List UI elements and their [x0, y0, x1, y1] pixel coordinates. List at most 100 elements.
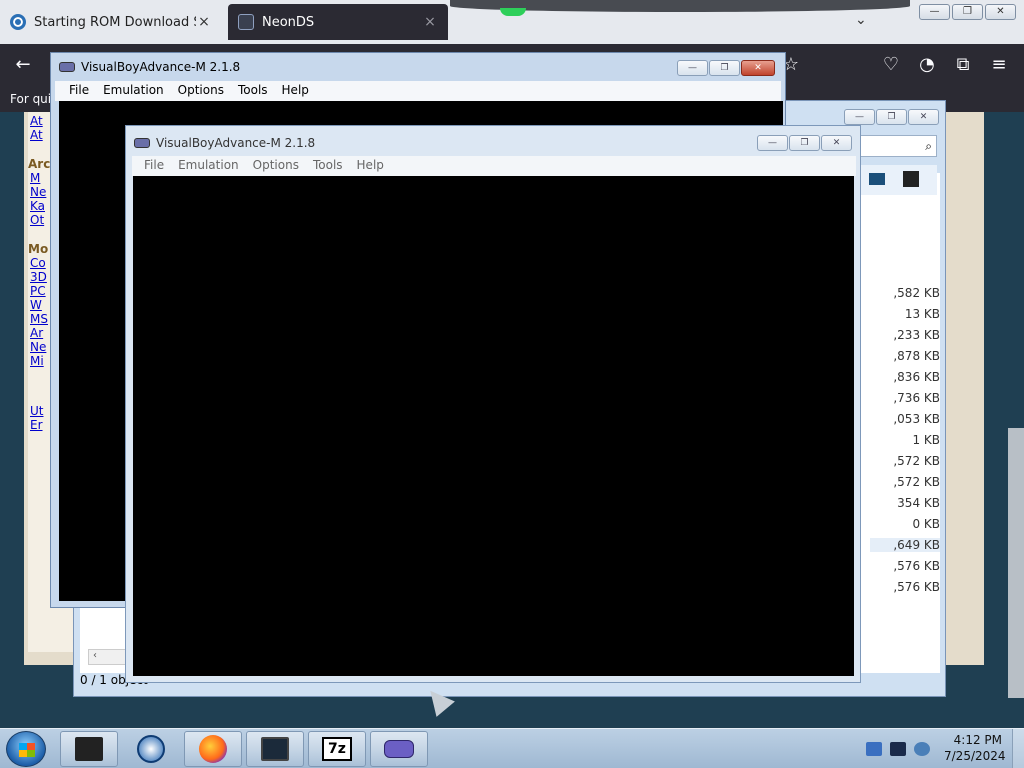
start-button[interactable] [6, 731, 46, 767]
file-size-cell: 354 KB [897, 496, 940, 510]
extensions-icon[interactable]: ⧉ [952, 54, 974, 75]
sidebar-link[interactable]: Mi [30, 354, 44, 368]
emulator-screen[interactable] [133, 176, 854, 676]
close-button[interactable]: ✕ [908, 109, 939, 125]
gba-app-icon [134, 138, 150, 148]
restore-button[interactable]: ❐ [709, 60, 740, 76]
sidebar-link[interactable]: M [30, 171, 40, 185]
minimize-button[interactable]: — [844, 109, 875, 125]
volume-tray-icon[interactable] [914, 742, 930, 756]
network-tray-icon[interactable] [866, 742, 882, 756]
sidebar-link[interactable]: Er [30, 418, 43, 432]
taskbar-7zip[interactable]: 7z [308, 731, 366, 767]
sidebar-heading: Arc [28, 157, 51, 171]
taskbar-media-player[interactable] [122, 731, 180, 767]
video-app-icon [261, 737, 289, 761]
menu-emulation[interactable]: Emulation [97, 81, 172, 101]
sidebar-heading: Mo [28, 242, 49, 256]
menu-help[interactable]: Help [351, 156, 392, 176]
firefox-icon [199, 735, 227, 763]
7zip-icon: 7z [322, 737, 352, 761]
display-tray-icon[interactable] [890, 742, 906, 756]
restore-button[interactable]: ❐ [952, 4, 983, 20]
sidebar-link[interactable]: MS [30, 312, 48, 326]
sidebar-link[interactable]: Ut [30, 404, 44, 418]
sidebar-link[interactable]: Co [30, 256, 46, 270]
sidebar-link[interactable]: Ot [30, 213, 44, 227]
file-size-cell: ,572 KB [893, 454, 940, 468]
neonds-favicon-icon [238, 14, 254, 30]
explorer-search-input[interactable]: ⌕ [857, 135, 937, 157]
sidebar-link[interactable]: PC [30, 284, 46, 298]
restore-button[interactable]: ❐ [876, 109, 907, 125]
file-size-cell: ,878 KB [893, 349, 940, 363]
sidebar-link[interactable]: Ka [30, 199, 45, 213]
pocket-icon[interactable]: ♡ [880, 54, 902, 75]
show-desktop-button[interactable] [1012, 729, 1024, 768]
clock-date: 7/25/2024 [944, 749, 1006, 763]
explorer-view-icons [857, 165, 937, 195]
close-button[interactable]: ✕ [821, 135, 852, 151]
taskbar-explorer-app[interactable] [60, 731, 118, 767]
menu-help[interactable]: Help [276, 81, 317, 101]
taskbar-video-app[interactable] [246, 731, 304, 767]
search-icon: ⌕ [925, 139, 932, 153]
file-size-cell: ,736 KB [893, 391, 940, 405]
sidebar-link[interactable]: Ar [30, 326, 43, 340]
preview-pane-icon[interactable] [903, 171, 919, 187]
file-size-cell: 13 KB [904, 307, 940, 321]
close-button[interactable]: ✕ [741, 60, 775, 76]
sidebar-link[interactable]: W [30, 298, 42, 312]
explorer-window-controls: — ❐ ✕ [844, 109, 939, 125]
vba-front-menubar: File Emulation Options Tools Help [132, 156, 856, 176]
menu-tools[interactable]: Tools [232, 81, 276, 101]
minimize-button[interactable]: — [677, 60, 708, 76]
vba-back-titlebar[interactable]: VisualBoyAdvance-M 2.1.8 [59, 60, 240, 74]
menu-file[interactable]: File [138, 156, 172, 176]
taskbar-firefox[interactable] [184, 731, 242, 767]
hamburger-menu-icon[interactable]: ≡ [988, 54, 1010, 75]
vba-back-window-controls: — ❐ ✕ [677, 60, 775, 76]
tab-rom-download[interactable]: Starting ROM Download Sonic × [0, 4, 222, 40]
vba-back-menubar: File Emulation Options Tools Help [55, 81, 781, 101]
menu-file[interactable]: File [63, 81, 97, 101]
menu-options[interactable]: Options [247, 156, 307, 176]
minimize-button[interactable]: — [757, 135, 788, 151]
windows-logo-icon [19, 743, 35, 757]
tab-neonds[interactable]: NeonDS × [228, 4, 448, 40]
vba-window-front[interactable]: VisualBoyAdvance-M 2.1.8 — ❐ ✕ File Emul… [125, 125, 861, 683]
file-size-cell: 0 KB [912, 517, 940, 531]
file-size-cell: ,576 KB [893, 580, 940, 594]
sidebar-link[interactable]: At [30, 114, 43, 128]
theme-glow [500, 8, 526, 16]
file-size-cell: 1 KB [912, 433, 940, 447]
restore-button[interactable]: ❐ [789, 135, 820, 151]
minimize-button[interactable]: — [919, 4, 950, 20]
sidebar-link[interactable]: 3D [30, 270, 47, 284]
browser-window-controls: — ❐ ✕ [919, 4, 1016, 20]
menu-emulation[interactable]: Emulation [172, 156, 247, 176]
tab-close-icon[interactable]: × [422, 14, 438, 30]
back-arrow-icon[interactable]: ← [12, 54, 34, 75]
sidebar-link[interactable]: At [30, 128, 43, 142]
file-size-cell: ,572 KB [893, 475, 940, 489]
vba-front-window-controls: — ❐ ✕ [757, 135, 852, 151]
menu-tools[interactable]: Tools [307, 156, 351, 176]
sidebar-link[interactable]: Ne [30, 340, 46, 354]
sidebar-link[interactable]: Ne [30, 185, 46, 199]
system-clock[interactable]: 4:12 PM 7/25/2024 [944, 732, 1006, 764]
file-size-cell: ,233 KB [893, 328, 940, 342]
chevron-down-icon[interactable]: ⌄ [855, 12, 867, 28]
menu-options[interactable]: Options [172, 81, 232, 101]
clock-time: 4:12 PM [953, 733, 1002, 747]
vba-front-titlebar[interactable]: VisualBoyAdvance-M 2.1.8 [134, 136, 315, 150]
taskbar-gba-emulator[interactable] [370, 731, 428, 767]
gba-emulator-icon [384, 740, 414, 758]
page-scrollbar-thumb[interactable] [1008, 428, 1024, 698]
close-button[interactable]: ✕ [985, 4, 1016, 20]
gba-app-icon [59, 62, 75, 72]
view-mode-icon[interactable] [869, 173, 885, 185]
browser-tabstrip: Starting ROM Download Sonic × NeonDS × ⌄… [0, 0, 1024, 44]
account-icon[interactable]: ◔ [916, 54, 938, 75]
tab-close-icon[interactable]: × [196, 14, 212, 30]
